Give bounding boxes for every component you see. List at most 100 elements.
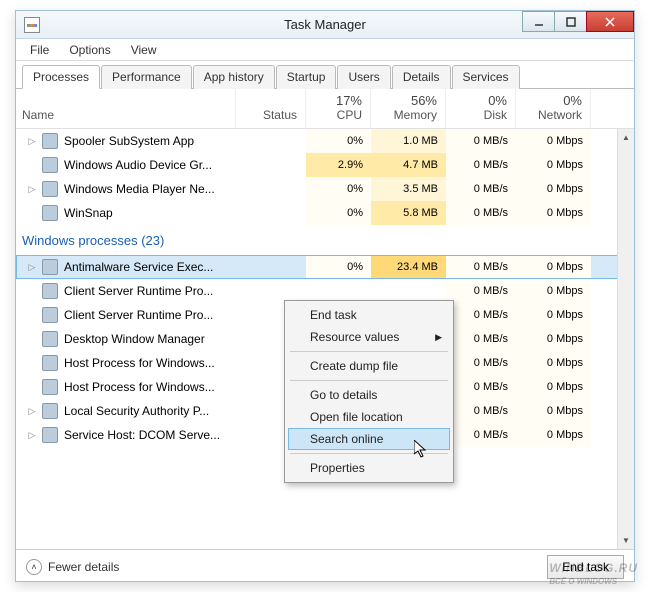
tabbar: Processes Performance App history Startu…: [16, 61, 634, 89]
cm-create-dump[interactable]: Create dump file: [288, 355, 450, 377]
column-headers: Name Status 17%CPU 56%Memory 0%Disk 0%Ne…: [16, 89, 634, 129]
disk-cell: 0 MB/s: [446, 129, 516, 153]
expander-icon[interactable]: ▷: [26, 405, 38, 417]
cpu-cell: 0%: [306, 129, 371, 153]
process-name-cell: ▷ Antimalware Service Exec...: [16, 255, 236, 279]
process-name-cell: Host Process for Windows...: [16, 351, 236, 375]
status-cell: [236, 177, 306, 201]
process-name-cell: Windows Audio Device Gr...: [16, 153, 236, 177]
tab-details[interactable]: Details: [392, 65, 451, 89]
cm-go-to-details[interactable]: Go to details: [288, 384, 450, 406]
tab-processes[interactable]: Processes: [22, 65, 100, 89]
disk-cell: 0 MB/s: [446, 351, 516, 375]
expander-icon: [26, 309, 38, 321]
network-cell: 0 Mbps: [516, 129, 591, 153]
tab-startup[interactable]: Startup: [276, 65, 337, 89]
process-icon: [42, 307, 58, 323]
chevron-up-icon: ˄: [26, 559, 42, 575]
process-name-cell: ▷Service Host: DCOM Serve...: [16, 423, 236, 447]
header-network[interactable]: 0%Network: [516, 89, 591, 128]
process-name: Desktop Window Manager: [64, 332, 205, 346]
expander-icon: [26, 333, 38, 345]
header-cpu[interactable]: 17%CPU: [306, 89, 371, 128]
network-cell: 0 Mbps: [516, 255, 591, 279]
menu-view[interactable]: View: [121, 40, 167, 60]
group-header-windows-processes[interactable]: Windows processes (23): [16, 225, 634, 255]
process-row[interactable]: WinSnap0%5.8 MB0 MB/s0 Mbps: [16, 201, 634, 225]
process-icon: [42, 403, 58, 419]
cm-end-task[interactable]: End task: [288, 304, 450, 326]
menu-options[interactable]: Options: [59, 40, 120, 60]
tab-users[interactable]: Users: [337, 65, 390, 89]
process-icon: [42, 379, 58, 395]
process-row[interactable]: ▷Windows Media Player Ne...0%3.5 MB0 MB/…: [16, 177, 634, 201]
expander-icon[interactable]: ▷: [26, 261, 38, 273]
network-cell: 0 Mbps: [516, 375, 591, 399]
disk-cell: 0 MB/s: [446, 303, 516, 327]
tab-performance[interactable]: Performance: [101, 65, 192, 89]
cpu-cell: 0%: [306, 255, 371, 279]
network-cell: 0 Mbps: [516, 153, 591, 177]
menu-file[interactable]: File: [20, 40, 59, 60]
app-icon: [24, 17, 40, 33]
cm-separator: [290, 380, 448, 381]
process-name-cell: ▷ Local Security Authority P...: [16, 399, 236, 423]
process-icon: [42, 259, 58, 275]
process-name: Windows Audio Device Gr...: [64, 158, 212, 172]
header-memory[interactable]: 56%Memory: [371, 89, 446, 128]
scroll-up-button[interactable]: ▲: [618, 129, 634, 146]
process-row[interactable]: ▷ Spooler SubSystem App 0%1.0 MB0 MB/s0 Mb…: [16, 129, 634, 153]
window-controls: [523, 11, 634, 32]
process-name: Antimalware Service Exec...: [64, 260, 213, 274]
minimize-button[interactable]: [522, 11, 555, 32]
process-name: Spooler SubSystem App: [64, 134, 194, 148]
memory-cell: 23.4 MB: [371, 255, 446, 279]
scroll-down-button[interactable]: ▼: [618, 532, 634, 549]
close-button[interactable]: [586, 11, 634, 32]
expander-icon: [26, 207, 38, 219]
cm-resource-values[interactable]: Resource values ▶: [288, 326, 450, 348]
tab-app-history[interactable]: App history: [193, 65, 275, 89]
tab-services[interactable]: Services: [452, 65, 520, 89]
context-menu: End task Resource values ▶ Create dump f…: [284, 300, 454, 483]
memory-cell: 3.5 MB: [371, 177, 446, 201]
disk-cell: 0 MB/s: [446, 201, 516, 225]
network-cell: 0 Mbps: [516, 201, 591, 225]
window-title: Task Manager: [284, 17, 366, 32]
header-status[interactable]: Status: [236, 89, 306, 128]
fewer-details-button[interactable]: ˄ Fewer details: [26, 559, 119, 575]
status-cell: [236, 255, 306, 279]
maximize-button[interactable]: [554, 11, 587, 32]
task-manager-window: Task Manager File Options View Processes…: [15, 10, 635, 582]
memory-cell: 1.0 MB: [371, 129, 446, 153]
network-cell: 0 Mbps: [516, 423, 591, 447]
cm-open-file-location[interactable]: Open file location: [288, 406, 450, 428]
network-cell: 0 Mbps: [516, 399, 591, 423]
process-name: Windows Media Player Ne...: [64, 182, 215, 196]
disk-cell: 0 MB/s: [446, 423, 516, 447]
expander-icon[interactable]: ▷: [26, 429, 38, 441]
cm-properties[interactable]: Properties: [288, 457, 450, 479]
titlebar[interactable]: Task Manager: [16, 11, 634, 39]
header-name[interactable]: Name: [16, 89, 236, 128]
fewer-details-label: Fewer details: [48, 560, 119, 574]
expander-icon[interactable]: ▷: [26, 135, 38, 147]
process-row[interactable]: Windows Audio Device Gr...2.9%4.7 MB0 MB…: [16, 153, 634, 177]
process-name-cell: WinSnap: [16, 201, 236, 225]
process-name: Local Security Authority P...: [64, 404, 209, 418]
submenu-arrow-icon: ▶: [435, 332, 442, 343]
cm-search-online[interactable]: Search online: [288, 428, 450, 450]
expander-icon[interactable]: ▷: [26, 183, 38, 195]
process-name-cell: Desktop Window Manager: [16, 327, 236, 351]
expander-icon: [26, 159, 38, 171]
header-disk[interactable]: 0%Disk: [446, 89, 516, 128]
cpu-cell: 0%: [306, 177, 371, 201]
cpu-cell: 0%: [306, 201, 371, 225]
process-name: Host Process for Windows...: [64, 356, 215, 370]
cpu-cell: 2.9%: [306, 153, 371, 177]
process-icon: [42, 157, 58, 173]
vertical-scrollbar[interactable]: ▲ ▼: [617, 129, 634, 549]
process-row[interactable]: ▷ Antimalware Service Exec... 0%23.4 MB 0 M…: [16, 255, 634, 279]
expander-icon: [26, 357, 38, 369]
process-icon: [42, 133, 58, 149]
